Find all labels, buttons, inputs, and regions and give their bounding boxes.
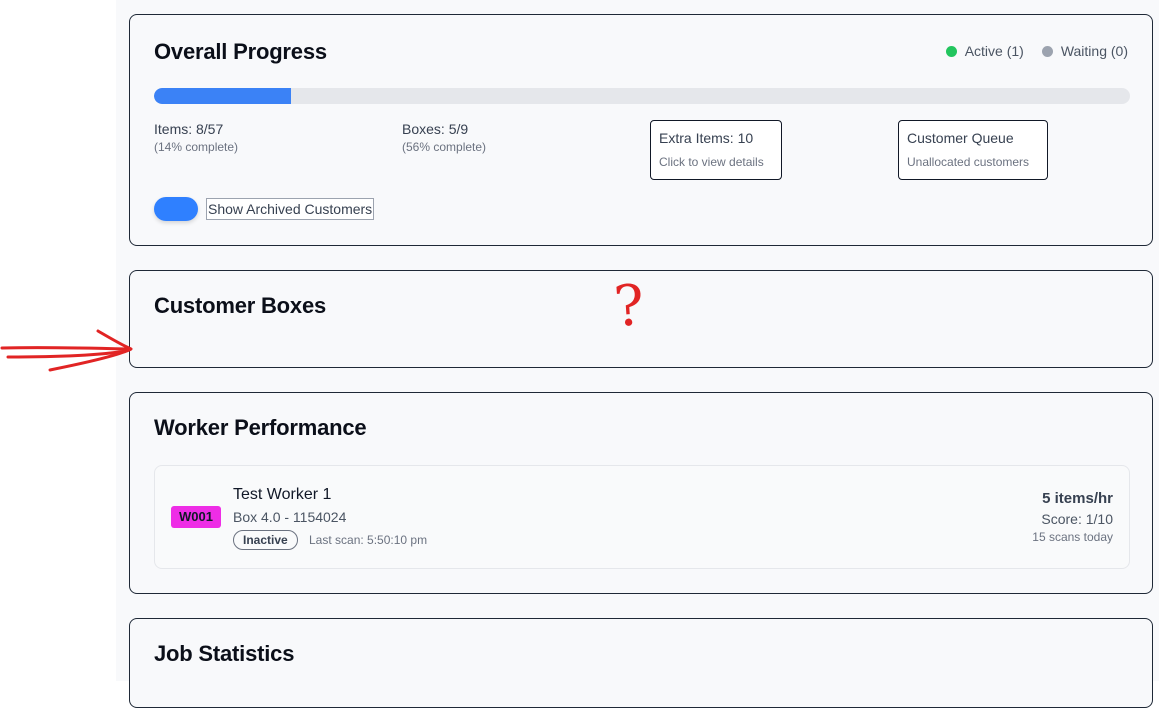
overall-progress-title: Overall Progress — [154, 39, 327, 64]
items-percent: (14% complete) — [154, 140, 239, 154]
worker-last-scan: Last scan: 5:50:10 pm — [309, 533, 428, 547]
extra-items-label: Extra Items: 10 — [659, 130, 754, 146]
show-archived-toggle[interactable] — [154, 197, 198, 221]
worker-rate: 5 items/hr — [1042, 490, 1113, 507]
customer-boxes-title: Customer Boxes — [154, 293, 327, 318]
legend-waiting: Waiting (0) — [1041, 43, 1128, 59]
worker-status-legend: Active (1) Waiting (0) — [928, 43, 1128, 59]
show-archived-label[interactable]: Show Archived Customers — [206, 198, 375, 220]
customer-queue-hint: Unallocated customers — [907, 155, 1030, 169]
worker-status-badge: Inactive — [233, 530, 298, 550]
items-count: Items: 8/57 — [154, 121, 224, 137]
worker-name: Test Worker 1 — [233, 486, 332, 503]
worker-metrics: 5 items/hr Score: 1/10 15 scans today — [1032, 490, 1113, 544]
extra-items-hint: Click to view details — [659, 155, 764, 169]
annotation-arrow-icon — [0, 329, 133, 372]
worker-performance-title: Worker Performance — [154, 415, 367, 440]
worker-performance-card: Worker Performance W001 Test Worker 1 Bo… — [129, 392, 1153, 594]
overall-progress-bar — [154, 88, 1130, 104]
boxes-percent: (56% complete) — [402, 140, 487, 154]
legend-waiting-label: Waiting (0) — [1060, 43, 1128, 59]
worker-scans-today: 15 scans today — [1032, 530, 1113, 544]
job-statistics-title: Job Statistics — [154, 641, 295, 666]
worker-row[interactable]: W001 Test Worker 1 Box 4.0 - 1154024 Ina… — [154, 465, 1130, 569]
customer-queue-button[interactable]: Customer Queue Unallocated customers — [898, 120, 1048, 180]
boxes-count: Boxes: 5/9 — [402, 121, 469, 137]
overall-progress-fill — [154, 88, 291, 104]
active-dot-icon — [945, 45, 957, 57]
worker-score: Score: 1/10 — [1041, 511, 1113, 527]
customer-queue-label: Customer Queue — [907, 130, 1014, 146]
extra-items-button[interactable]: Extra Items: 10 Click to view details — [650, 120, 782, 180]
overall-progress-card: Overall Progress Active (1) Waiting (0) … — [129, 14, 1153, 246]
boxes-stat: Boxes: 5/9 (56% complete) — [402, 121, 486, 154]
annotation-question-mark: ? — [611, 273, 647, 340]
worker-box: Box 4.0 - 1154024 — [233, 509, 347, 525]
legend-active-label: Active (1) — [964, 43, 1024, 59]
worker-id-badge: W001 — [171, 506, 221, 528]
legend-active: Active (1) — [945, 43, 1024, 59]
waiting-dot-icon — [1041, 45, 1053, 57]
items-stat: Items: 8/57 (14% complete) — [154, 121, 238, 154]
job-statistics-card: Job Statistics — [129, 618, 1153, 708]
